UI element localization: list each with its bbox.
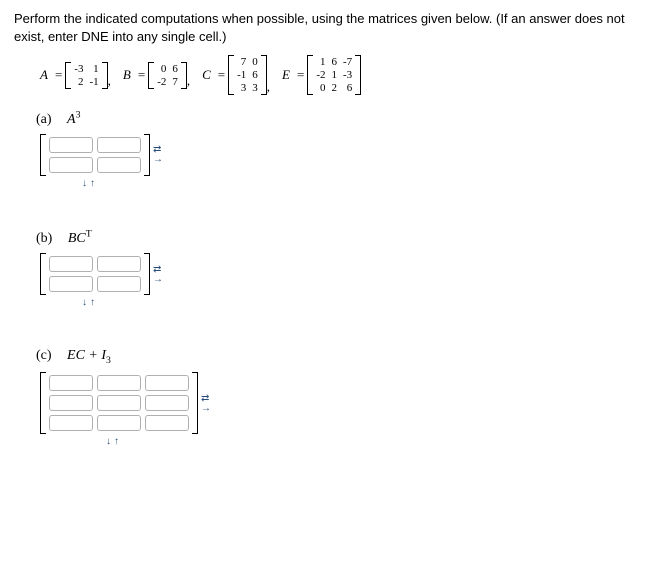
part-c-row-controls[interactable]: ⇄ →: [201, 394, 211, 413]
matrix-A-label: A: [40, 67, 48, 83]
part-c-cell-1-2[interactable]: [97, 375, 141, 391]
part-c-cell-3-1[interactable]: [49, 415, 93, 431]
matrix-E: E = 16-7 -21-3 026: [282, 55, 361, 95]
part-a-cell-2-2[interactable]: [97, 157, 141, 173]
part-c-cell-3-3[interactable]: [145, 415, 189, 431]
part-a-cell-2-1[interactable]: [49, 157, 93, 173]
part-a-expression: A3: [67, 112, 80, 127]
part-b-cell-1-1[interactable]: [49, 256, 93, 272]
part-c-col-controls[interactable]: ↓ ↑: [106, 436, 631, 447]
part-b: (b) BCT ⇄ → ↓ ↑: [36, 229, 631, 309]
part-c-cell-2-3[interactable]: [145, 395, 189, 411]
matrix-B-label: B: [123, 67, 131, 83]
remove-row-icon[interactable]: ⇄: [201, 394, 211, 403]
remove-row-icon[interactable]: ⇄: [153, 265, 163, 274]
part-b-col-controls[interactable]: ↓ ↑: [82, 297, 631, 308]
add-row-icon[interactable]: →: [153, 155, 163, 164]
part-b-cell-2-2[interactable]: [97, 276, 141, 292]
part-a-cell-1-1[interactable]: [49, 137, 93, 153]
add-row-icon[interactable]: →: [201, 404, 211, 413]
add-col-icon[interactable]: ↑: [90, 178, 95, 189]
remove-col-icon[interactable]: ↓: [82, 297, 87, 308]
part-b-expression: BCT: [68, 231, 92, 246]
part-c-letter: (c): [36, 348, 52, 363]
matrix-B: B = 06 -27 ,: [123, 62, 192, 89]
remove-col-icon[interactable]: ↓: [106, 436, 111, 447]
instructions-text: Perform the indicated computations when …: [14, 10, 631, 45]
part-b-cell-1-2[interactable]: [97, 256, 141, 272]
part-c-cell-1-3[interactable]: [145, 375, 189, 391]
part-b-answer-matrix: ⇄ →: [40, 253, 631, 295]
part-a-answer-matrix: ⇄ →: [40, 134, 631, 176]
part-a-col-controls[interactable]: ↓ ↑: [82, 178, 631, 189]
part-c: (c) EC + I3 ⇄ → ↓ ↑: [36, 348, 631, 447]
matrix-C-label: C: [202, 67, 211, 83]
remove-row-icon[interactable]: ⇄: [153, 145, 163, 154]
part-b-letter: (b): [36, 231, 52, 246]
matrix-E-label: E: [282, 67, 290, 83]
matrix-C: C = 70 -16 33 ,: [202, 55, 272, 95]
part-a-row-controls[interactable]: ⇄ →: [153, 145, 163, 164]
part-c-cell-1-1[interactable]: [49, 375, 93, 391]
part-c-expression: EC + I3: [67, 348, 111, 363]
part-c-cell-2-2[interactable]: [97, 395, 141, 411]
part-c-answer-matrix: ⇄ →: [40, 372, 631, 434]
part-c-cell-2-1[interactable]: [49, 395, 93, 411]
given-matrices: A = -31 2-1 , B = 06 -27 , C =: [40, 55, 631, 95]
add-row-icon[interactable]: →: [153, 275, 163, 284]
part-a: (a) A3 ⇄ → ↓ ↑: [36, 109, 631, 189]
equals-sign: =: [55, 67, 62, 83]
add-col-icon[interactable]: ↑: [114, 436, 119, 447]
matrix-A: A = -31 2-1 ,: [40, 62, 113, 89]
add-col-icon[interactable]: ↑: [90, 297, 95, 308]
part-b-cell-2-1[interactable]: [49, 276, 93, 292]
part-a-cell-1-2[interactable]: [97, 137, 141, 153]
part-b-row-controls[interactable]: ⇄ →: [153, 265, 163, 284]
remove-col-icon[interactable]: ↓: [82, 178, 87, 189]
part-c-cell-3-2[interactable]: [97, 415, 141, 431]
part-a-letter: (a): [36, 112, 52, 127]
